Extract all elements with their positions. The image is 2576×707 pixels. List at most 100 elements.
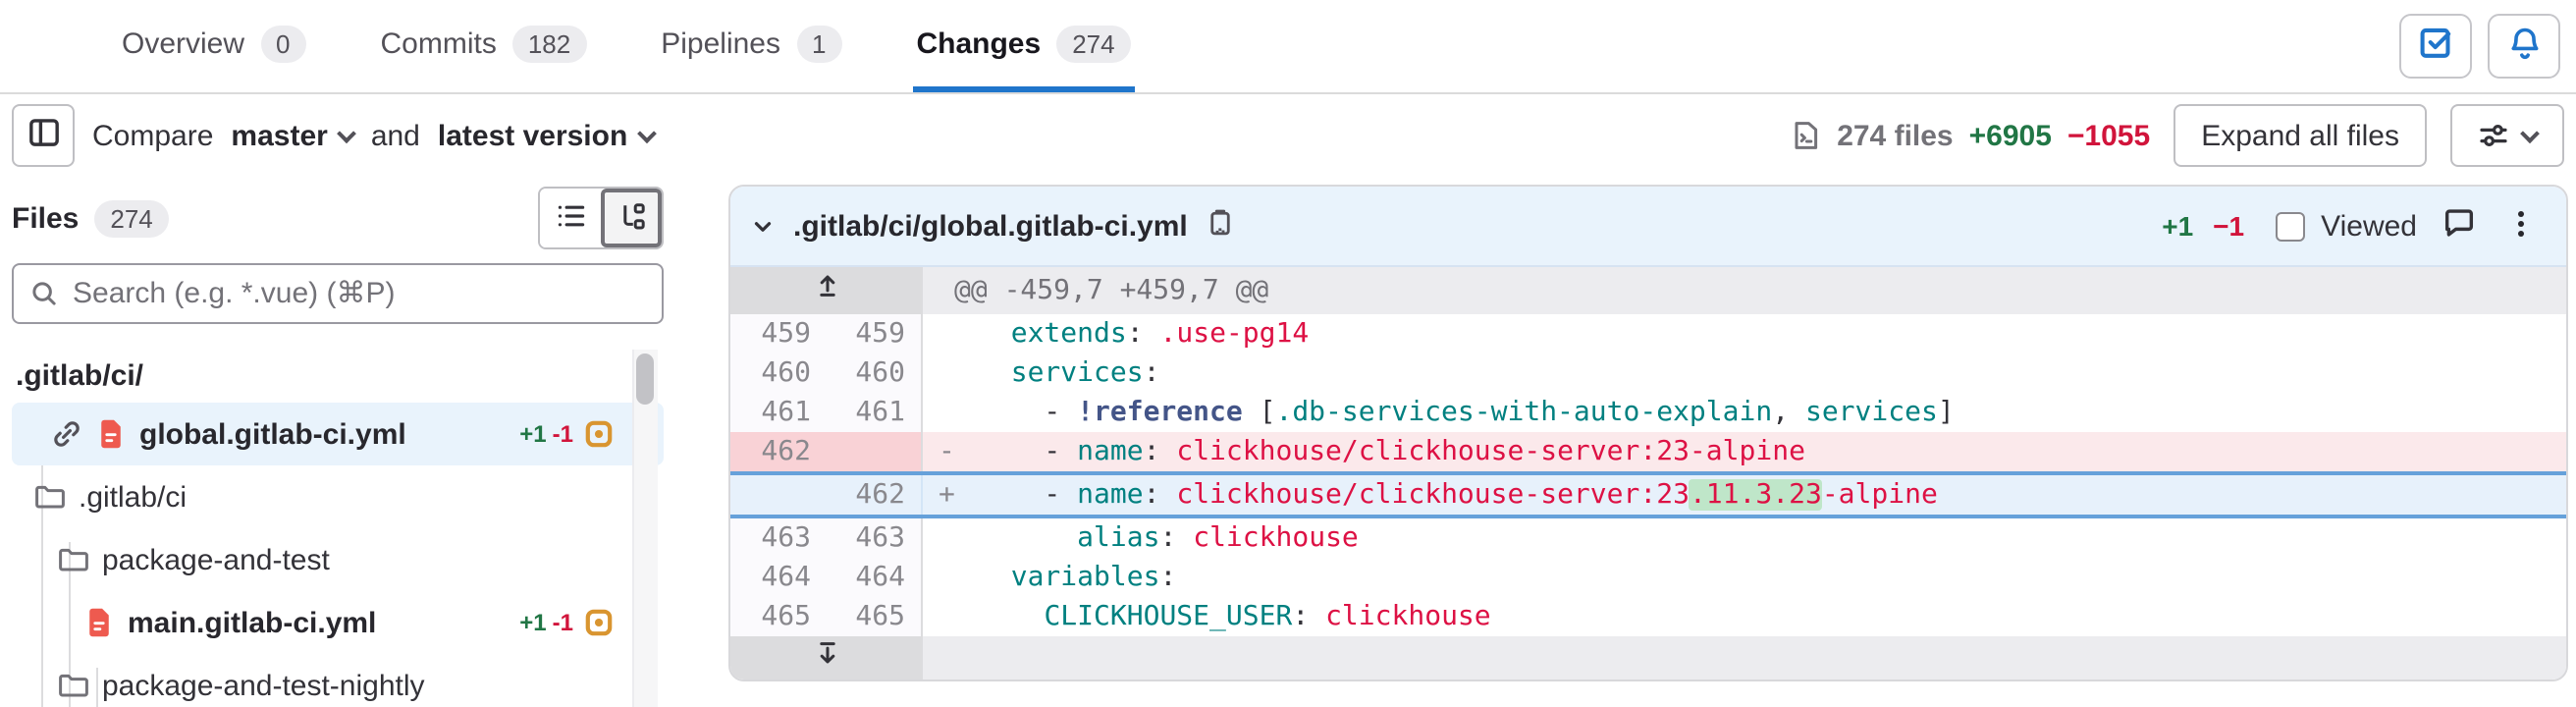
new-line-number[interactable]: 463 (827, 518, 923, 558)
code-token (1789, 397, 1805, 428)
source-branch-dropdown[interactable]: master (231, 119, 352, 152)
copy-path-button[interactable] (1206, 208, 1235, 244)
diff-file-path: .gitlab/ci/global.gitlab-ci.yml (793, 209, 1188, 243)
code-token: : (1144, 479, 1160, 511)
file-change-counts: +1-1 (519, 609, 613, 636)
comment-file-button[interactable] (2437, 204, 2480, 247)
diff-stats-group: 274 files +6905 −1055 Expand all files (1790, 104, 2564, 167)
yaml-file-icon (84, 607, 114, 638)
tree-folder-package-and-test[interactable]: package-and-test (12, 528, 664, 591)
new-line-number[interactable]: 465 (827, 597, 923, 636)
code-token (1159, 479, 1176, 511)
diff-line-code: - - name: clickhouse/clickhouse-server:2… (923, 432, 2566, 471)
code-token: .use-pg14 (1160, 318, 1310, 350)
tab-pipelines[interactable]: Pipelines1 (657, 0, 845, 92)
old-line-number[interactable]: 462 (730, 432, 827, 471)
files-count-badge: 274 (94, 199, 168, 237)
new-line-number[interactable]: 460 (827, 354, 923, 393)
tab-overview[interactable]: Overview0 (118, 0, 310, 92)
old-line-number[interactable]: 459 (730, 314, 827, 354)
diff-line-code: alias: clickhouse (923, 518, 2566, 558)
viewed-label: Viewed (2321, 209, 2417, 243)
tree-folder-package-and-test-nightly[interactable]: package-and-test-nightly (12, 654, 664, 707)
tab-commits[interactable]: Commits182 (377, 0, 591, 92)
old-line-number[interactable]: 461 (730, 393, 827, 432)
tree-view-button[interactable] (601, 189, 662, 247)
tree-file-main.gitlab-ci.yml[interactable]: main.gitlab-ci.yml +1-1 (12, 591, 664, 654)
list-view-button[interactable] (540, 189, 601, 247)
linked-file-icon (51, 418, 82, 450)
chevron-down-icon (337, 123, 356, 142)
old-line-number[interactable]: 460 (730, 354, 827, 393)
file-browser-sidebar: Files 274 .gitlab/ci/global.gitlab-ci.ym… (12, 185, 664, 707)
file-additions: +1 (519, 420, 546, 448)
tree-item-label: main.gitlab-ci.yml (128, 606, 376, 639)
chevron-down-icon (636, 123, 656, 142)
tree-item-label: package-and-test (102, 543, 330, 576)
viewed-control[interactable]: Viewed (2276, 209, 2417, 243)
header-actions (2399, 14, 2560, 79)
new-line-number[interactable] (827, 432, 923, 471)
tree-item-label: global.gitlab-ci.yml (139, 417, 406, 451)
code-token: - (978, 436, 1077, 467)
tree-folder-.gitlab-ci[interactable]: .gitlab/ci (12, 465, 664, 528)
viewed-checkbox[interactable] (2276, 211, 2305, 241)
old-line-number[interactable]: 464 (730, 558, 827, 597)
old-line-number[interactable]: 463 (730, 518, 827, 558)
tab-changes[interactable]: Changes 274 (912, 0, 1134, 92)
code-token: alias (1077, 522, 1159, 554)
diff-line-context: 464464 variables: (730, 558, 2566, 597)
tree-item-label: .gitlab/ci (79, 480, 187, 514)
diff-line-code: + - name: clickhouse/clickhouse-server:2… (923, 475, 2566, 515)
diff-file-header[interactable]: .gitlab/ci/global.gitlab-ci.yml +1 −1 Vi… (730, 187, 2566, 267)
compare-label: Compare (92, 119, 213, 152)
new-line-number[interactable]: 461 (827, 393, 923, 432)
file-changes-icon (1790, 120, 1821, 151)
old-line-number[interactable] (730, 475, 827, 515)
old-line-number[interactable]: 465 (730, 597, 827, 636)
notifications-button[interactable] (2488, 14, 2560, 79)
diff-line-code: variables: (923, 558, 2566, 597)
code-token: : (1127, 318, 1144, 350)
code-token: : (1159, 562, 1176, 593)
files-heading: Files (12, 201, 79, 235)
list-view-icon (555, 199, 586, 237)
code-token: : (1144, 436, 1160, 467)
tree-file-global.gitlab-ci.yml[interactable]: global.gitlab-ci.yml+1-1 (12, 403, 664, 465)
diff-line-code: - !reference [.db-services-with-auto-exp… (923, 393, 2566, 432)
mr-tabs: Overview0 Commits182 Pipelines1 Changes 274 (118, 0, 1135, 92)
tree-scrollbar-thumb[interactable] (636, 354, 654, 405)
new-line-number[interactable]: 464 (827, 558, 923, 597)
toggle-file-browser-button[interactable] (12, 104, 75, 167)
expand-all-files-button[interactable]: Expand all files (2174, 104, 2427, 167)
expand-up-button[interactable] (730, 267, 923, 314)
file-modified-icon (585, 609, 613, 636)
expand-down-filler (923, 636, 2566, 680)
tab-count-badge: 1 (796, 25, 841, 62)
tab-label: Changes (916, 27, 1041, 60)
file-browser-header: Files 274 (12, 185, 664, 251)
preferences-sliders-icon (2478, 120, 2509, 151)
tab-label: Overview (122, 27, 244, 60)
target-version-name: latest version (438, 119, 627, 152)
diff-settings-button[interactable] (2450, 104, 2564, 167)
file-options-button[interactable] (2499, 204, 2543, 247)
code-token (978, 562, 1011, 593)
file-modified-icon (585, 420, 613, 448)
collapse-file-chevron-icon[interactable] (750, 213, 776, 239)
mr-tab-bar: Overview0 Commits182 Pipelines1 Changes 274 (0, 0, 2576, 94)
file-search-input[interactable] (12, 263, 664, 324)
new-line-number[interactable]: 462 (827, 475, 923, 515)
diff-lines: 459459 extends: .use-pg14460460 services… (730, 314, 2566, 636)
tab-count-badge: 274 (1056, 25, 1130, 62)
expand-down-button[interactable] (730, 636, 923, 680)
code-token: -alpine (1822, 479, 1938, 511)
file-view-toggle (538, 187, 664, 249)
diff-body: @@ -459,7 +459,7 @@ 459459 extends: .use… (730, 267, 2566, 680)
gitlab-mr-changes-page: Overview0 Commits182 Pipelines1 Changes 274 … (0, 0, 2576, 707)
expand-down-row (730, 636, 2566, 680)
files-count: 274 files (1837, 119, 1953, 152)
add-todo-button[interactable] (2399, 14, 2472, 79)
new-line-number[interactable]: 459 (827, 314, 923, 354)
target-version-dropdown[interactable]: latest version (438, 119, 653, 152)
